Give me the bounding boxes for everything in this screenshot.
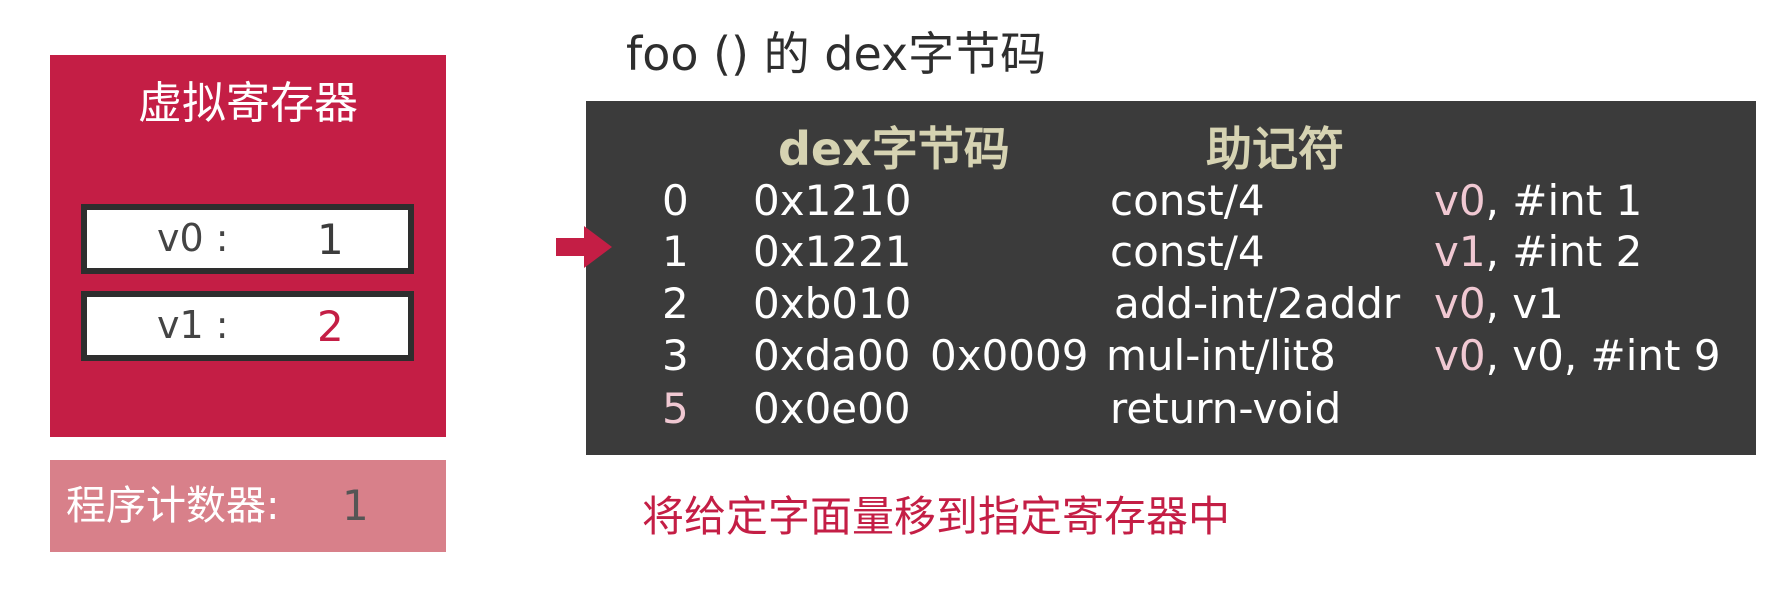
instruction-operands: v0, v0, #int 9	[1434, 329, 1721, 383]
program-counter-label: 程序计数器:	[66, 483, 280, 529]
instruction-index: 3	[662, 331, 689, 380]
operand-register: v0	[1434, 176, 1486, 225]
code-title: foo () 的 dex字节码	[626, 27, 1047, 81]
instruction-mnemonic: return-void	[1110, 384, 1342, 433]
instruction-hex: 0xda00	[753, 331, 911, 380]
operand-rest: , #int 1	[1485, 176, 1643, 225]
instruction-operands: v1, #int 2	[1434, 225, 1642, 279]
instruction-index: 5	[662, 384, 689, 433]
operand-rest: , v0, #int 9	[1485, 331, 1721, 380]
instruction-row-current: 1 0x1221 const/4 v1, #int 2	[0, 225, 1792, 279]
instruction-mnemonic: const/4	[1110, 176, 1265, 225]
operand-rest: , v1	[1485, 279, 1564, 328]
instruction-hex-extra: 0x0009	[930, 331, 1089, 380]
operand-register: v0	[1434, 279, 1486, 328]
instruction-row: 0 0x1210 const/4 v0, #int 1	[0, 174, 1792, 228]
operand-register: v0	[1434, 331, 1486, 380]
instruction-hex: 0x0e00	[753, 384, 911, 433]
instruction-description: 将给定字面量移到指定寄存器中	[642, 492, 1231, 541]
program-counter-value: 1	[342, 481, 369, 530]
instruction-mnemonic: add-int/2addr	[1114, 279, 1401, 328]
registers-title: 虚拟寄存器	[138, 78, 358, 129]
operand-register: v1	[1434, 227, 1486, 276]
instruction-row: 3 0xda00 0x0009 mul-int/lit8 v0, v0, #in…	[0, 329, 1792, 383]
program-counter-box: 程序计数器: 1	[50, 460, 446, 552]
instruction-mnemonic: const/4	[1110, 227, 1265, 276]
instruction-row: 5 0x0e00 return-void	[0, 382, 1792, 436]
instruction-hex: 0xb010	[753, 279, 912, 328]
instruction-operands: v0, v1	[1434, 277, 1564, 331]
instruction-hex: 0x1221	[753, 227, 912, 276]
instruction-index: 0	[662, 176, 689, 225]
operand-rest: , #int 2	[1485, 227, 1643, 276]
instruction-row: 2 0xb010 add-int/2addr v0, v1	[0, 277, 1792, 331]
instruction-mnemonic: mul-int/lit8	[1106, 331, 1336, 380]
instruction-index: 1	[662, 227, 689, 276]
instruction-hex: 0x1210	[753, 176, 912, 225]
instruction-index: 2	[662, 279, 689, 328]
instruction-operands: v0, #int 1	[1434, 174, 1642, 228]
